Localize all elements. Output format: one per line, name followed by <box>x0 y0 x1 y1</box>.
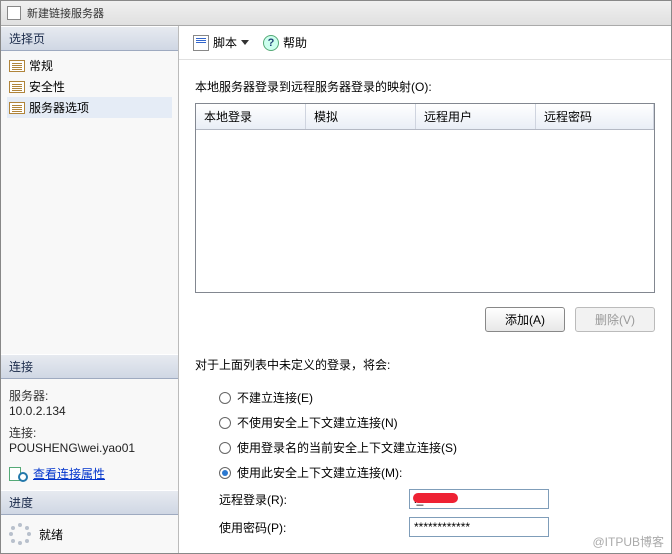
app-icon <box>7 6 21 20</box>
undefined-note: 对于上面列表中未定义的登录，将会: <box>195 356 671 373</box>
connection-block: 服务器: 10.0.2.134 连接: POUSHENG\wei.yao01 <box>1 379 178 461</box>
page-icon <box>9 102 25 114</box>
radio-this-security-context[interactable]: 使用此安全上下文建立连接(M): <box>219 460 671 485</box>
chevron-down-icon <box>241 40 249 45</box>
redaction-mark <box>413 493 458 503</box>
radio-group: 不建立连接(E) 不使用安全上下文建立连接(N) 使用登录名的当前安全上下文建立… <box>219 385 671 485</box>
th-impersonate[interactable]: 模拟 <box>306 104 416 129</box>
delete-button: 删除(V) <box>575 307 655 332</box>
left-pane: 选择页 常规 安全性 服务器选项 连接 服务器: 10.0.2.134 连接: … <box>1 26 179 553</box>
conn-label: 连接: <box>9 424 170 441</box>
th-local-login[interactable]: 本地登录 <box>196 104 306 129</box>
server-value: 10.0.2.134 <box>9 404 170 418</box>
window-title: 新建链接服务器 <box>27 5 104 21</box>
password-label: 使用密码(P): <box>219 519 409 536</box>
server-label: 服务器: <box>9 387 170 404</box>
section-select-page: 选择页 <box>1 26 178 51</box>
nav-security[interactable]: 安全性 <box>7 76 172 97</box>
toolbar: 脚本 ? 帮助 <box>179 26 671 60</box>
mapping-label: 本地服务器登录到远程服务器登录的映射(O): <box>195 78 671 95</box>
radio-icon <box>219 392 231 404</box>
properties-icon <box>9 467 27 481</box>
conn-value: POUSHENG\wei.yao01 <box>9 441 170 455</box>
progress-status: 就绪 <box>39 526 63 543</box>
nav-server-options[interactable]: 服务器选项 <box>7 97 172 118</box>
script-icon <box>193 35 209 51</box>
th-remote-user[interactable]: 远程用户 <box>416 104 536 129</box>
nav-general[interactable]: 常规 <box>7 55 172 76</box>
radio-icon <box>219 467 231 479</box>
radio-icon <box>219 417 231 429</box>
radio-icon <box>219 442 231 454</box>
mapping-table[interactable]: 本地登录 模拟 远程用户 远程密码 <box>195 103 655 293</box>
watermark: @ITPUB博客 <box>592 533 664 550</box>
remote-login-label: 远程登录(R): <box>219 491 409 508</box>
add-button[interactable]: 添加(A) <box>485 307 565 332</box>
script-button[interactable]: 脚本 <box>189 32 253 53</box>
section-connection: 连接 <box>1 354 178 379</box>
page-icon <box>9 81 25 93</box>
password-input[interactable] <box>409 517 549 537</box>
help-icon: ? <box>263 35 279 51</box>
radio-no-security-context[interactable]: 不使用安全上下文建立连接(N) <box>219 410 671 435</box>
spinner-icon <box>9 523 31 545</box>
th-remote-password[interactable]: 远程密码 <box>536 104 654 129</box>
tree: 常规 安全性 服务器选项 <box>1 51 178 354</box>
right-pane: 脚本 ? 帮助 本地服务器登录到远程服务器登录的映射(O): 本地登录 模拟 远… <box>179 26 671 553</box>
radio-current-security-context[interactable]: 使用登录名的当前安全上下文建立连接(S) <box>219 435 671 460</box>
section-progress: 进度 <box>1 490 178 515</box>
help-button[interactable]: ? 帮助 <box>259 32 311 53</box>
view-connection-properties-link[interactable]: 查看连接属性 <box>33 465 105 482</box>
titlebar[interactable]: 新建链接服务器 <box>1 1 671 26</box>
page-icon <box>9 60 25 72</box>
radio-no-connection[interactable]: 不建立连接(E) <box>219 385 671 410</box>
